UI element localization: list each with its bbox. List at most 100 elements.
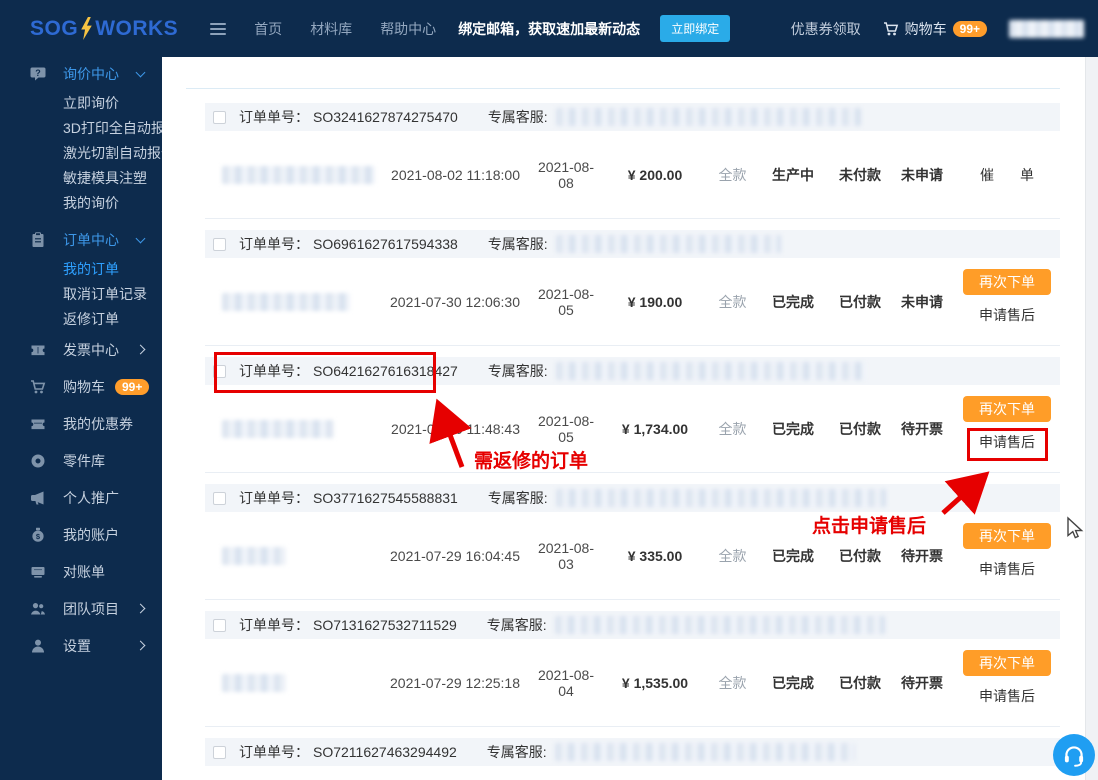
product-name-redacted[interactable] <box>222 165 375 184</box>
sidebar-item-personal-promotion[interactable]: 个人推广 <box>0 479 162 516</box>
cart-icon <box>30 379 46 395</box>
sidebar-item-my-coupons[interactable]: 我的优惠券 <box>0 405 162 442</box>
support-chat-button[interactable] <box>1053 734 1095 776</box>
chevron-down-icon <box>135 233 146 244</box>
sidebar-item-cancel-order-records[interactable]: 取消订单记录 <box>0 281 162 306</box>
invoice-status: 未申请 <box>901 293 943 310</box>
create-time: 2021-07-30 11:48:43 <box>391 420 520 437</box>
sidebar-item-inquiry-center[interactable]: ? 询价中心 <box>0 57 162 90</box>
order-block: 订单单号： SO3241627874275470 专属客服: 2021-08-0… <box>205 103 1060 219</box>
sidebar-item-label: 设置 <box>63 637 91 654</box>
order-row: 2021-07-29 16:04:45 2021-08-03 ¥ 335.00 … <box>205 512 1060 599</box>
reorder-button[interactable]: 再次下单 <box>963 269 1051 295</box>
order-no-value: SO3241627874275470 <box>313 109 458 125</box>
sidebar-item-order-center[interactable]: 订单中心 <box>0 223 162 256</box>
sidebar-item-label: 我的优惠券 <box>63 415 133 432</box>
order-block: 订单单号： SO7211627463294492 专属客服: <box>205 738 1060 780</box>
sidebar-item-team-projects[interactable]: 团队项目 <box>0 590 162 627</box>
sidebar-item-label: 订单中心 <box>63 231 119 248</box>
reorder-button[interactable]: 再次下单 <box>963 523 1051 549</box>
order-row: 2021-07-29 12:25:18 2021-08-04 ¥ 1,535.0… <box>205 639 1060 726</box>
logo[interactable]: SOG WORKS <box>30 17 178 41</box>
order-block: 订单单号： SO7131627532711529 专属客服: 2021-07-2… <box>205 611 1060 727</box>
urge-order-link[interactable]: 催单 <box>980 165 1060 185</box>
order-no-label: 订单单号： <box>239 363 309 379</box>
apply-aftersale-link[interactable]: 申请售后 <box>979 305 1035 325</box>
order-block: 订单单号： SO6421627616318427 专属客服: 2021-07-3… <box>205 357 1060 473</box>
order-no-label: 订单单号： <box>239 617 309 633</box>
sidebar-item-label: 敏捷模具注塑 <box>63 169 147 186</box>
delivery-date: 2021-08-08 <box>537 158 595 191</box>
product-name-redacted[interactable] <box>222 292 350 311</box>
sidebar-item-statements[interactable]: 对账单 <box>0 553 162 590</box>
sidebar-item-label: 对账单 <box>63 563 105 580</box>
sidebar-item-my-account[interactable]: $ 我的账户 <box>0 516 162 553</box>
invoice-status: 待开票 <box>901 547 943 564</box>
top-navbar: SOG WORKS 首页 材料库 帮助中心 绑定邮箱，获取速加最新动态 立即绑定… <box>0 0 1098 57</box>
cs-label: 专属客服: <box>487 109 548 125</box>
pay-type: 全款 <box>718 166 747 183</box>
chevron-right-icon <box>135 603 146 614</box>
content-top-divider <box>186 88 1060 89</box>
order-checkbox[interactable] <box>213 110 226 124</box>
menu-icon[interactable] <box>210 22 227 35</box>
team-icon <box>30 601 46 617</box>
statement-icon <box>30 564 46 580</box>
order-row: 2021-08-02 11:18:00 2021-08-08 ¥ 200.00 … <box>205 131 1060 218</box>
cart-icon <box>883 21 899 37</box>
order-checkbox[interactable] <box>213 618 226 632</box>
sidebar-item-settings[interactable]: 设置 <box>0 627 162 664</box>
reorder-button[interactable]: 再次下单 <box>963 650 1051 676</box>
create-time: 2021-07-29 16:04:45 <box>390 547 520 564</box>
sidebar-item-invoice-center[interactable]: 发票中心 <box>0 331 162 368</box>
sidebar-item-parts-library[interactable]: 零件库 <box>0 442 162 479</box>
cart-label: 购物车 <box>904 20 947 37</box>
sidebar-item-my-orders[interactable]: 我的订单 <box>0 256 162 281</box>
invoice-status: 待开票 <box>901 674 943 691</box>
sidebar-item-label: 我的询价 <box>63 194 119 211</box>
account-icon: $ <box>30 527 46 543</box>
sidebar-item-label: 激光切割自动报价 <box>63 144 162 161</box>
coupon-icon <box>30 416 46 432</box>
sidebar: ? 询价中心立即询价 3D打印全自动报价激光切割自动报价敏捷模具注塑我的询价订单中心… <box>0 57 162 780</box>
order-header: 订单单号： SO3771627545588831 专属客服: <box>205 484 1060 512</box>
sidebar-item-3d-print-auto-quote[interactable]: 3D打印全自动报价 <box>0 115 162 140</box>
apply-aftersale-link[interactable]: 申请售后 <box>979 686 1035 706</box>
sidebar-item-label: 我的订单 <box>63 260 119 277</box>
order-row <box>205 766 1060 780</box>
apply-aftersale-link[interactable]: 申请售后 <box>979 559 1035 579</box>
cart-link[interactable]: 购物车 99+ <box>883 19 987 39</box>
cs-label: 专属客服: <box>486 617 547 633</box>
bind-now-button[interactable]: 立即绑定 <box>660 15 731 42</box>
pay-type: 全款 <box>718 293 747 310</box>
order-status: 已完成 <box>772 547 814 564</box>
product-name-redacted[interactable] <box>222 419 334 438</box>
coupon-claim-link[interactable]: 优惠券领取 <box>791 19 861 39</box>
order-no-label: 订单单号： <box>239 236 309 252</box>
order-checkbox[interactable] <box>213 364 226 378</box>
nav-help-center[interactable]: 帮助中心 <box>380 19 436 39</box>
reorder-button[interactable]: 再次下单 <box>963 396 1051 422</box>
cs-label: 专属客服: <box>487 236 548 252</box>
sidebar-item-laser-cut-auto-quote[interactable]: 激光切割自动报价 <box>0 140 162 165</box>
nav-material-library[interactable]: 材料库 <box>310 19 352 39</box>
order-checkbox[interactable] <box>213 237 226 251</box>
sidebar-item-my-inquiries[interactable]: 我的询价 <box>0 190 162 215</box>
apply-aftersale-link[interactable]: 申请售后 <box>979 432 1035 452</box>
sidebar-item-label: 个人推广 <box>63 489 119 506</box>
product-name-redacted[interactable] <box>222 546 286 565</box>
order-checkbox[interactable] <box>213 491 226 505</box>
nav-home[interactable]: 首页 <box>254 19 282 39</box>
order-checkbox[interactable] <box>213 745 226 759</box>
sidebar-item-cart[interactable]: 购物车 99+ <box>0 368 162 405</box>
scrollbar-track[interactable] <box>1085 57 1098 780</box>
sidebar-item-quote-now[interactable]: 立即询价 <box>0 90 162 115</box>
sidebar-item-repair-orders[interactable]: 返修订单 <box>0 306 162 331</box>
sidebar-item-agile-mold-injection[interactable]: 敏捷模具注塑 <box>0 165 162 190</box>
bind-email-notice: 绑定邮箱，获取速加最新动态 <box>458 20 641 37</box>
product-name-redacted[interactable] <box>222 673 286 692</box>
order-status: 已完成 <box>772 674 814 691</box>
create-time: 2021-07-30 12:06:30 <box>390 293 520 310</box>
svg-text:?: ? <box>35 67 41 77</box>
username-redacted[interactable] <box>1009 19 1084 38</box>
